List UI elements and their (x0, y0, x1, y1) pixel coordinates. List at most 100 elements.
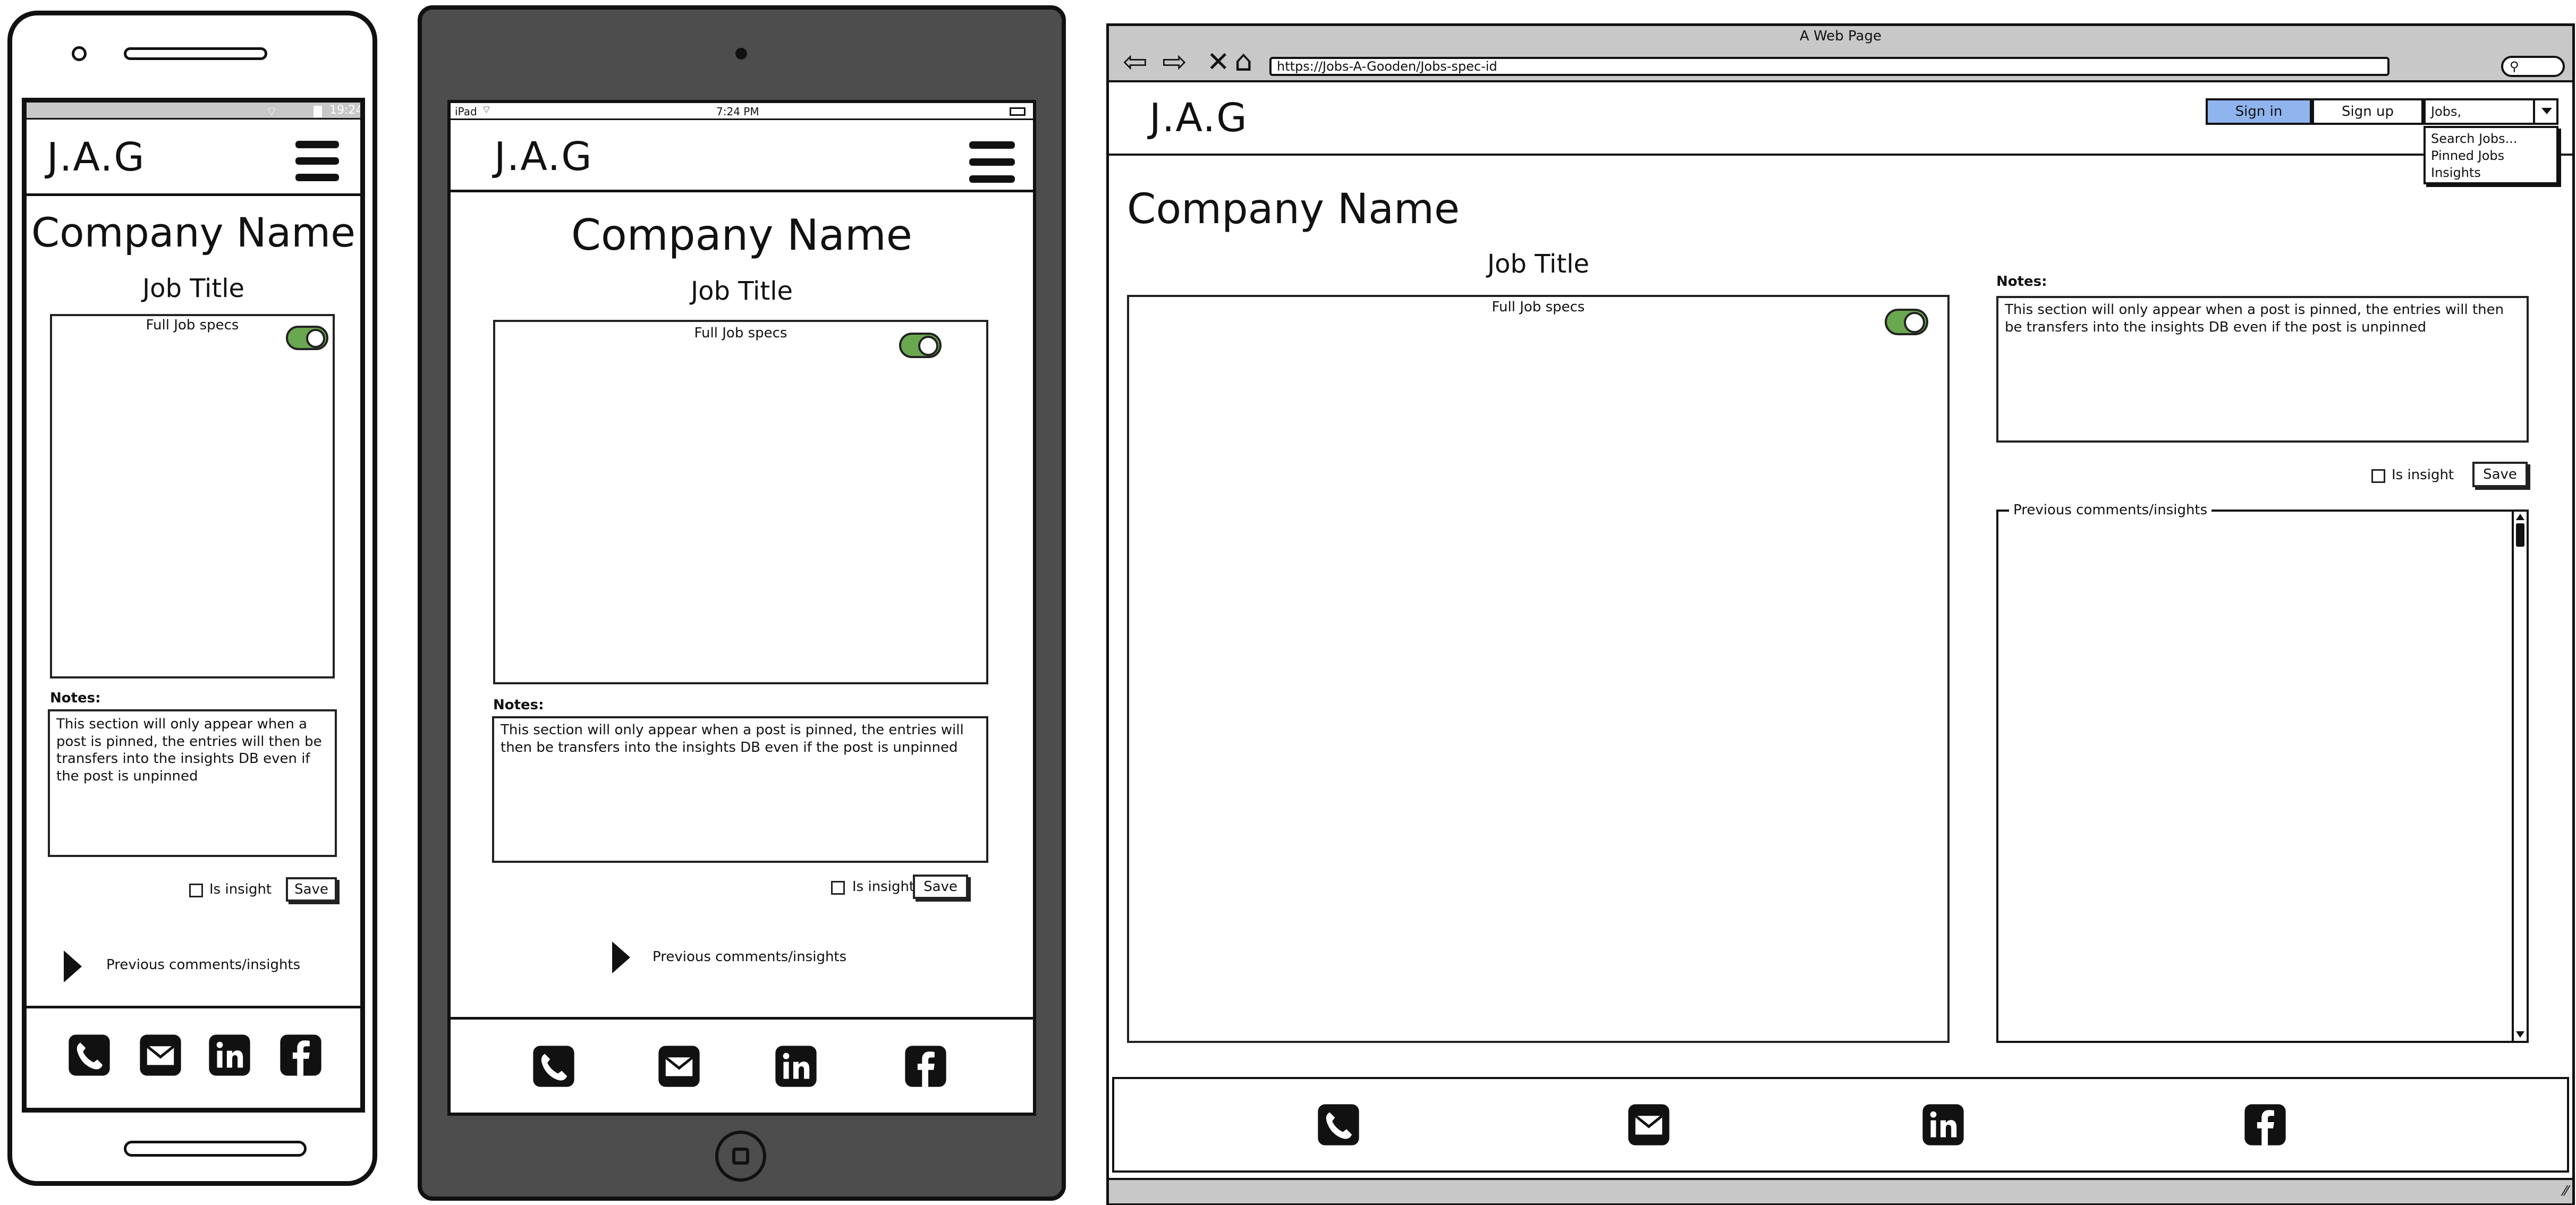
browser-chrome: A Web Page ⇦ ⇨ ✕ ⌂ https://Jobs-A-Gooden… (1109, 26, 2572, 82)
battery-icon (1010, 107, 1026, 116)
scrollbar[interactable] (2512, 512, 2527, 1041)
is-insight-checkbox[interactable] (831, 881, 845, 895)
mail-icon[interactable] (1626, 1102, 1671, 1147)
hamburger-menu-icon[interactable] (295, 141, 339, 181)
browser-mockup: A Web Page ⇦ ⇨ ✕ ⌂ https://Jobs-A-Gooden… (1106, 23, 2575, 1205)
url-text: https://Jobs-A-Gooden/Jobs-spec-id (1277, 59, 1497, 74)
phone-mockup: ⌔ 19:24 J.A.G Company Name Job Title Ful… (7, 11, 377, 1186)
is-insight-label: Is insight (852, 879, 915, 895)
tablet-screen: iPad ⌔ 7:24 PM J.A.G Company Name Job Ti… (447, 100, 1036, 1116)
brand-logo[interactable]: J.A.G (494, 134, 593, 180)
nav-dropdown[interactable]: Jobs, (2424, 98, 2558, 125)
job-specs-panel: Full Job specs (493, 320, 988, 684)
mail-icon[interactable] (138, 1033, 183, 1077)
search-icon: ⚲ (2510, 59, 2519, 74)
sign-in-button[interactable]: Sign in (2206, 98, 2312, 125)
tablet-mockup: iPad ⌔ 7:24 PM J.A.G Company Name Job Ti… (418, 5, 1066, 1201)
mail-icon[interactable] (657, 1044, 701, 1089)
linkedin-icon[interactable] (207, 1033, 252, 1077)
chevron-down-icon[interactable] (2533, 100, 2556, 123)
phone-icon[interactable] (531, 1044, 576, 1089)
job-specs-label: Full Job specs (1492, 299, 1585, 315)
search-field[interactable]: ⚲ (2501, 56, 2565, 77)
phone-screen: ⌔ 19:24 J.A.G Company Name Job Title Ful… (22, 98, 365, 1113)
scroll-up-arrow-icon[interactable] (2516, 514, 2524, 520)
forward-arrow-icon[interactable]: ⇨ (1162, 47, 1187, 77)
notes-textarea[interactable]: This section will only appear when a pos… (48, 709, 337, 857)
collapse-arrow-icon[interactable] (64, 951, 82, 982)
browser-status-bar: ⁄⁄ (1109, 1178, 2572, 1203)
battery-icon (313, 106, 322, 117)
previous-comments-label: Previous comments/insights (2009, 502, 2212, 518)
is-insight-label: Is insight (209, 881, 272, 897)
previous-comments-panel: Previous comments/insights (1996, 502, 2529, 1043)
tablet-device-label: iPad (455, 105, 477, 118)
company-name: Company Name (31, 209, 355, 256)
dropdown-option-search-jobs[interactable]: Search Jobs... (2431, 130, 2551, 147)
hamburger-menu-icon[interactable] (969, 141, 1015, 183)
notes-textarea[interactable]: This section will only appear when a pos… (492, 716, 988, 863)
tablet-camera (735, 48, 747, 60)
linkedin-icon[interactable] (1921, 1102, 1965, 1147)
notes-text: This section will only appear when a pos… (501, 722, 964, 756)
phone-header: J.A.G (27, 120, 360, 196)
job-specs-toggle[interactable] (899, 333, 942, 358)
linkedin-icon[interactable] (774, 1044, 818, 1089)
resize-grip-icon[interactable]: ⁄⁄ (2563, 1183, 2568, 1199)
job-specs-panel: Full Job specs (1127, 295, 1950, 1043)
notes-label: Notes: (493, 697, 544, 713)
company-name: Company Name (1127, 185, 1460, 233)
browser-footer (1112, 1077, 2569, 1173)
collapse-arrow-icon[interactable] (612, 941, 630, 973)
phone-icon[interactable] (67, 1033, 112, 1077)
phone-status-time: 19:24 (329, 104, 363, 117)
phone-status-bar: ⌔ 19:24 (27, 103, 360, 120)
save-button[interactable]: Save (2472, 462, 2528, 487)
dropdown-option-pinned-jobs[interactable]: Pinned Jobs (2431, 147, 2551, 164)
job-specs-toggle[interactable] (286, 326, 328, 350)
job-specs-panel: Full Job specs (50, 314, 335, 678)
dropdown-option-insights[interactable]: Insights (2431, 164, 2551, 181)
wifi-icon: ⌔ (266, 104, 278, 119)
tablet-header: J.A.G (451, 120, 1033, 192)
company-name: Company Name (571, 210, 913, 260)
facebook-icon[interactable] (2243, 1102, 2287, 1147)
facebook-icon[interactable] (278, 1033, 323, 1077)
back-arrow-icon[interactable]: ⇦ (1123, 47, 1148, 77)
dropdown-menu: Search Jobs... Pinned Jobs Insights (2424, 126, 2558, 184)
save-button[interactable]: Save (913, 875, 968, 899)
notes-label: Notes: (1996, 274, 2047, 290)
phone-speaker (124, 47, 267, 60)
dropdown-value: Jobs, (2431, 104, 2462, 119)
tablet-time: 7:24 PM (716, 105, 759, 118)
stop-icon[interactable]: ✕ (1207, 47, 1230, 77)
facebook-icon[interactable] (903, 1044, 948, 1089)
notes-text: This section will only appear when a pos… (56, 716, 322, 784)
job-specs-toggle[interactable] (1885, 309, 1928, 335)
is-insight-checkbox[interactable] (189, 884, 203, 897)
job-title: Job Title (690, 276, 793, 306)
phone-icon[interactable] (1316, 1102, 1361, 1147)
job-title: Job Title (1487, 249, 1590, 279)
tablet-home-button[interactable] (715, 1131, 766, 1182)
previous-comments-label[interactable]: Previous comments/insights (106, 957, 300, 973)
wifi-icon: ⌔ (481, 103, 492, 116)
phone-footer (27, 1006, 360, 1108)
sign-up-button[interactable]: Sign up (2312, 98, 2424, 125)
tablet-footer (451, 1017, 1033, 1113)
browser-title: A Web Page (1800, 28, 1882, 44)
url-bar[interactable]: https://Jobs-A-Gooden/Jobs-spec-id (1269, 57, 2389, 76)
phone-home-button[interactable] (124, 1141, 307, 1157)
job-title: Job Title (142, 274, 245, 303)
notes-text: This section will only appear when a pos… (2005, 302, 2504, 335)
notes-textarea[interactable]: This section will only appear when a pos… (1996, 296, 2529, 443)
scroll-thumb[interactable] (2516, 523, 2524, 547)
notes-label: Notes: (50, 690, 101, 706)
scroll-down-arrow-icon[interactable] (2516, 1031, 2524, 1038)
save-button[interactable]: Save (286, 877, 337, 902)
is-insight-checkbox[interactable] (2371, 469, 2385, 483)
brand-logo[interactable]: J.A.G (47, 134, 146, 180)
brand-logo[interactable]: J.A.G (1149, 95, 1248, 141)
previous-comments-label[interactable]: Previous comments/insights (653, 949, 846, 965)
home-icon[interactable]: ⌂ (1234, 46, 1252, 76)
